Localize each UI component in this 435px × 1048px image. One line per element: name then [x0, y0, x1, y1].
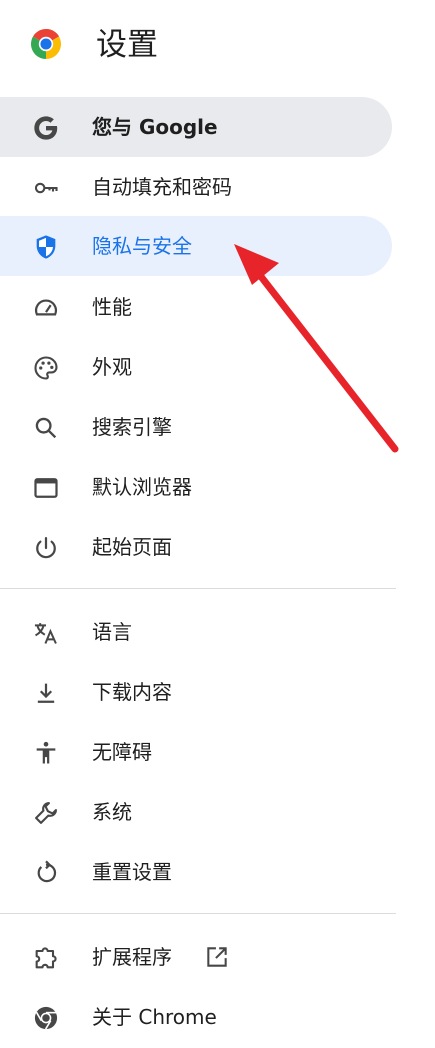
accessibility-icon [36, 741, 56, 764]
settings-header: 设置 [0, 0, 435, 90]
sidebar-item-label: 重置设置 [92, 860, 172, 884]
open-in-new-icon [207, 947, 227, 967]
sidebar-item-system[interactable]: 系统 [0, 782, 392, 842]
sidebar-item-label: 无障碍 [92, 740, 152, 764]
puzzle-icon [35, 947, 57, 969]
sidebar-item-label: 自动填充和密码 [92, 175, 232, 199]
sidebar-item-label: 起始页面 [92, 535, 172, 559]
sidebar-item-appearance[interactable]: 外观 [0, 337, 392, 397]
sidebar-item-about-chrome[interactable]: 关于 Chrome [0, 987, 392, 1047]
wrench-icon [35, 802, 57, 824]
sidebar-item-label: 扩展程序 [92, 945, 172, 969]
sidebar-item-label: 性能 [92, 295, 132, 319]
sidebar-item-label: 关于 Chrome [92, 1005, 217, 1029]
chrome-logo-icon [31, 29, 61, 59]
translate-icon [34, 623, 57, 644]
sidebar-item-label: 语言 [92, 620, 132, 644]
section-divider [0, 588, 396, 589]
sidebar-item-search-engine[interactable]: 搜索引擎 [0, 397, 392, 457]
download-icon [37, 683, 55, 703]
page-title: 设置 [96, 27, 158, 63]
search-icon [35, 417, 57, 439]
sidebar-item-label: 隐私与安全 [92, 234, 192, 258]
palette-icon [34, 356, 58, 380]
section-divider [0, 913, 396, 914]
google-g-icon [34, 116, 58, 140]
power-icon [36, 536, 56, 559]
shield-icon [36, 235, 56, 259]
key-icon [34, 182, 58, 194]
sidebar-item-downloads[interactable]: 下载内容 [0, 662, 392, 722]
sidebar-item-reset-settings[interactable]: 重置设置 [0, 842, 392, 902]
sidebar-item-label: 系统 [92, 800, 132, 824]
sidebar-item-extensions[interactable]: 扩展程序 [0, 927, 392, 987]
browser-window-icon [34, 478, 58, 498]
chrome-icon [34, 1006, 58, 1030]
sidebar-item-label: 您与 Google [92, 115, 218, 139]
sidebar-item-label: 默认浏览器 [92, 475, 192, 499]
sidebar-item-autofill-passwords[interactable]: 自动填充和密码 [0, 157, 392, 217]
sidebar-item-label: 外观 [92, 355, 132, 379]
sidebar-item-label: 下载内容 [92, 680, 172, 704]
sidebar-item-accessibility[interactable]: 无障碍 [0, 722, 392, 782]
sidebar-item-languages[interactable]: 语言 [0, 602, 392, 662]
sidebar-item-default-browser[interactable]: 默认浏览器 [0, 457, 392, 517]
sidebar-item-label: 搜索引擎 [92, 415, 172, 439]
reset-icon [37, 860, 57, 883]
sidebar-item-performance[interactable]: 性能 [0, 277, 392, 337]
speedometer-icon [35, 299, 57, 316]
sidebar-item-privacy-security[interactable]: 隐私与安全 [0, 216, 392, 276]
sidebar-item-on-startup[interactable]: 起始页面 [0, 517, 392, 577]
sidebar-item-you-and-google[interactable]: 您与 Google [0, 97, 392, 157]
